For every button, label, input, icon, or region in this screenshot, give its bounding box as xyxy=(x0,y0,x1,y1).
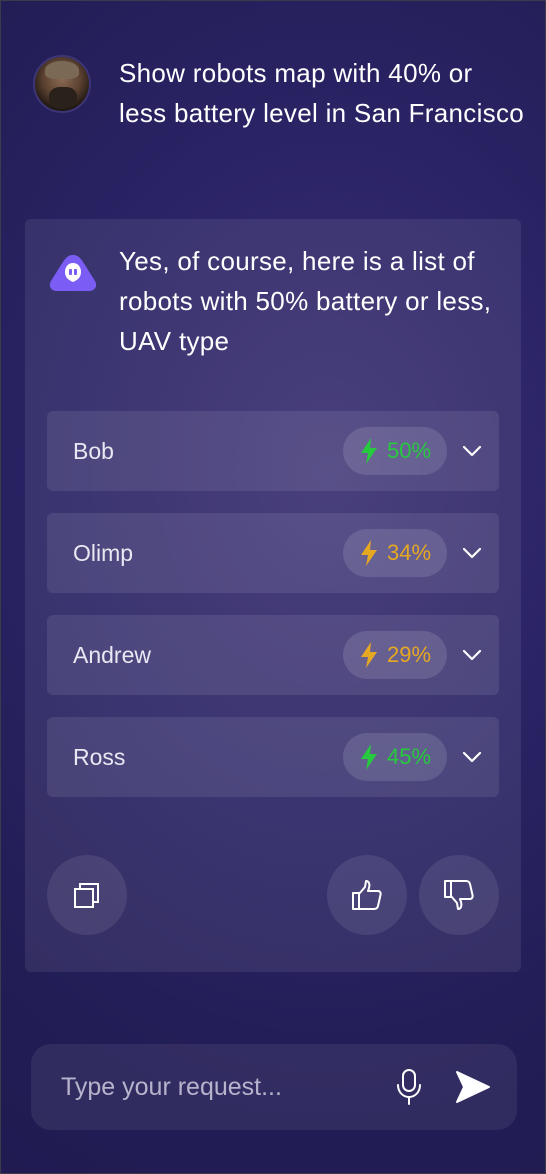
chevron-down-icon[interactable] xyxy=(461,441,483,461)
robot-row-bob[interactable]: Bob 50% xyxy=(47,411,499,491)
robot-name: Bob xyxy=(73,438,114,464)
robot-name: Ross xyxy=(73,744,126,770)
thumbs-up-icon xyxy=(352,880,382,910)
battery-level: 45% xyxy=(386,744,432,769)
battery-level: 29% xyxy=(386,642,432,667)
bot-response-card: Yes, of course, here is a list of robots… xyxy=(25,219,521,972)
battery-badge: 29% xyxy=(343,631,447,679)
robot-logo-icon xyxy=(49,255,97,291)
battery-badge: 34% xyxy=(343,529,447,577)
chevron-down-icon[interactable] xyxy=(461,543,483,563)
robot-row-ross[interactable]: Ross 45% xyxy=(47,717,499,797)
bot-message: Yes, of course, here is a list of robots… xyxy=(47,246,507,361)
copy-icon xyxy=(74,883,99,908)
chat-screen: Show robots map with 40% or less battery… xyxy=(0,0,546,1174)
lightning-icon xyxy=(360,744,377,770)
bot-message-text: Yes, of course, here is a list of robots… xyxy=(119,246,492,356)
robot-name: Olimp xyxy=(73,540,134,566)
microphone-icon[interactable] xyxy=(395,1068,423,1106)
thumbs-down-icon xyxy=(444,880,474,910)
send-icon[interactable] xyxy=(455,1069,491,1105)
like-button[interactable] xyxy=(327,855,407,935)
battery-badge: 45% xyxy=(343,733,447,781)
robot-name: Andrew xyxy=(73,642,151,668)
lightning-icon xyxy=(360,642,377,668)
chevron-down-icon[interactable] xyxy=(461,747,483,767)
battery-badge: 50% xyxy=(343,427,447,475)
request-input[interactable] xyxy=(59,1066,383,1108)
chevron-down-icon[interactable] xyxy=(461,645,483,665)
robot-row-olimp[interactable]: Olimp 34% xyxy=(47,513,499,593)
request-input-bar xyxy=(31,1044,517,1130)
copy-button[interactable] xyxy=(47,855,127,935)
lightning-icon xyxy=(360,438,377,464)
battery-level: 50% xyxy=(386,438,432,463)
battery-level: 34% xyxy=(386,540,432,565)
dislike-button[interactable] xyxy=(419,855,499,935)
user-message-text: Show robots map with 40% or less battery… xyxy=(119,58,525,128)
user-message: Show robots map with 40% or less battery… xyxy=(33,55,525,133)
user-avatar xyxy=(33,55,91,113)
lightning-icon xyxy=(360,540,377,566)
robot-row-andrew[interactable]: Andrew 29% xyxy=(47,615,499,695)
